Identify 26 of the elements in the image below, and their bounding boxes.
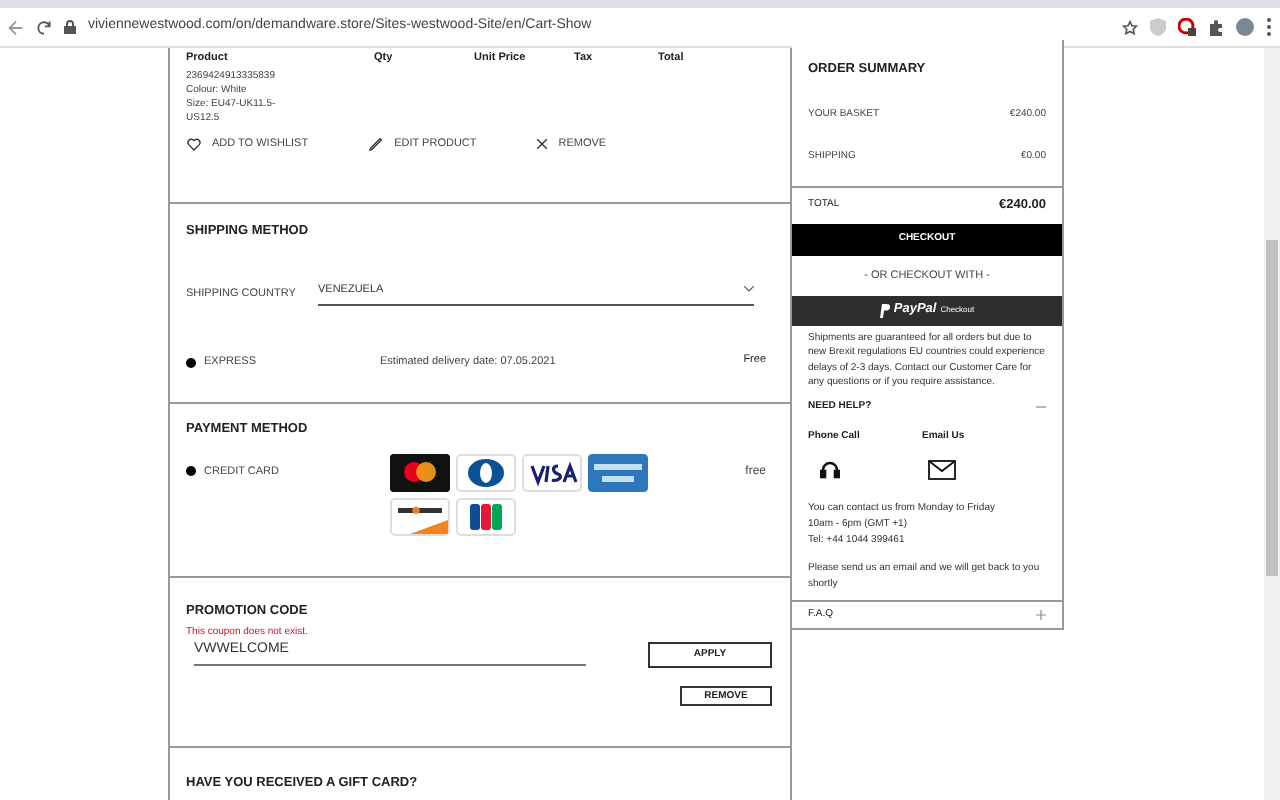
card-logo-icon (456, 497, 516, 536)
minus-icon (1036, 402, 1046, 412)
back-arrow-icon[interactable] (8, 19, 24, 35)
avatar-icon[interactable] (1236, 18, 1254, 36)
card-logo-icon (390, 453, 450, 492)
chevron-down-icon (744, 286, 754, 293)
star-icon[interactable] (1122, 19, 1138, 35)
extension-icon[interactable] (1178, 18, 1196, 36)
headset-icon[interactable] (820, 459, 840, 480)
envelope-icon[interactable] (928, 459, 956, 480)
paypal-logo-icon (879, 303, 890, 318)
pencil-icon (368, 136, 385, 153)
card-logo-icon (456, 453, 516, 492)
radio-button[interactable] (186, 466, 196, 477)
card-logo-icon (588, 453, 648, 492)
card-logo-icon (522, 453, 582, 492)
lock-icon (64, 20, 76, 34)
close-icon (536, 138, 549, 151)
radio-button[interactable] (186, 357, 196, 368)
menu-icon[interactable] (1266, 18, 1272, 36)
heart-icon (186, 136, 202, 153)
scrollbar-thumb[interactable] (1266, 240, 1278, 576)
reload-icon[interactable] (36, 19, 52, 35)
puzzle-icon[interactable] (1208, 19, 1224, 35)
card-logo-icon (390, 497, 450, 536)
plus-icon (1036, 609, 1046, 620)
